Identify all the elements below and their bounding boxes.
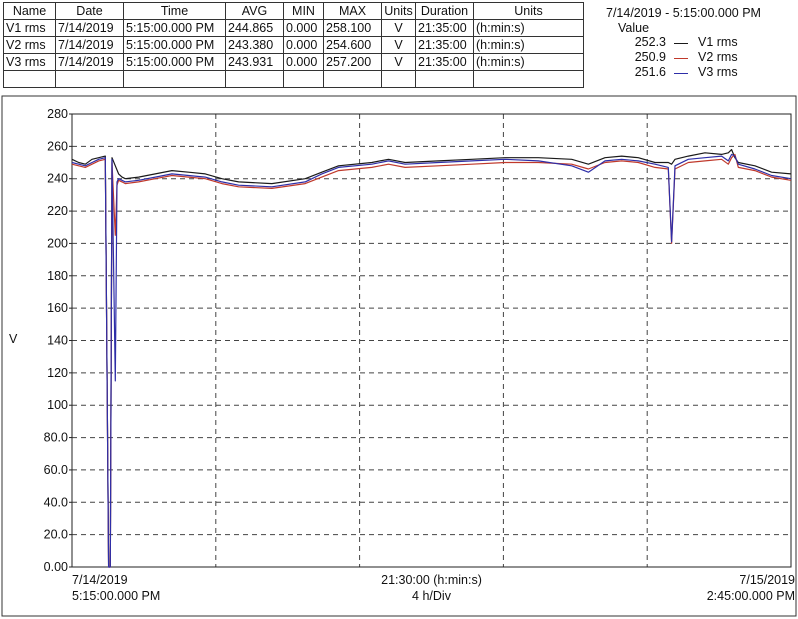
series-lines (71, 149, 791, 568)
plot-area[interactable] (71, 113, 792, 568)
series-line-v2-rms[interactable] (71, 153, 791, 568)
y-tick-label: 200 (47, 236, 68, 250)
y-axis-ticks: 0.00 20.0 40.0 60.0 80.0 100 120 140 160 180 200 22… (44, 107, 72, 574)
y-tick-label: 140 (47, 334, 68, 348)
y-tick-label: 260 (47, 139, 68, 153)
y-tick-label: 280 (47, 107, 68, 121)
x-tick-sublabel: 2:45:00.000 PM (707, 589, 795, 603)
series-line-v1-rms[interactable] (71, 149, 791, 568)
chart-frame (1, 95, 797, 617)
x-tick-label: 21:30:00 (h:min:s) (381, 573, 482, 587)
y-tick-label: 20.0 (44, 528, 68, 542)
x-tick-label: 7/15/2019 (739, 573, 795, 587)
x-tick-sublabel: 4 h/Div (412, 589, 452, 603)
grid (72, 114, 791, 567)
y-tick-label: 60.0 (44, 463, 68, 477)
series-line-v3-rms[interactable] (71, 153, 791, 568)
y-tick-label: 40.0 (44, 495, 68, 509)
y-tick-label: 240 (47, 172, 68, 186)
y-tick-label: 0.00 (44, 560, 68, 574)
x-axis-ticks: 7/14/2019 5:15:00.000 PM 21:30:00 (h:min:s… (72, 573, 795, 603)
y-tick-label: 160 (47, 301, 68, 315)
voltage-chart[interactable]: 0.00 20.0 40.0 60.0 80.0 100 120 140 160 180 200 22… (0, 0, 798, 619)
y-tick-label: 180 (47, 269, 68, 283)
x-tick-sublabel: 5:15:00.000 PM (72, 589, 160, 603)
y-tick-label: 100 (47, 398, 68, 412)
y-tick-label: 120 (47, 366, 68, 380)
y-axis-label: V (9, 332, 18, 346)
y-tick-label: 80.0 (44, 431, 68, 445)
x-tick-label: 7/14/2019 (72, 573, 128, 587)
y-tick-label: 220 (47, 204, 68, 218)
